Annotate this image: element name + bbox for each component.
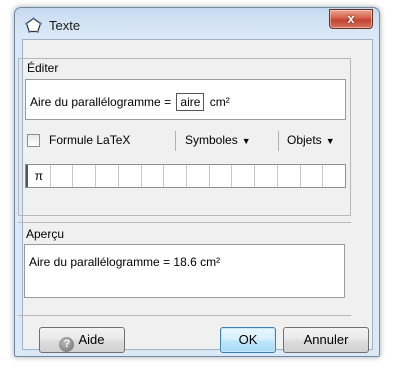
symbol-cell[interactable] — [323, 165, 345, 187]
editor-text-after: cm² — [209, 95, 230, 109]
symbol-cell[interactable] — [255, 165, 278, 187]
chevron-down-icon: ▼ — [325, 136, 335, 146]
preview-panel-label: Aperçu — [26, 227, 65, 241]
preview-divider — [18, 222, 351, 223]
objects-dropdown[interactable]: Objets ▼ — [287, 133, 335, 147]
symbol-cell[interactable] — [164, 165, 188, 187]
edit-panel-label: Éditer — [27, 61, 59, 75]
toolbar-separator — [278, 131, 279, 151]
editor-content: Aire du parallélogramme = aire cm² — [30, 93, 230, 111]
symbol-cell[interactable]: π — [26, 165, 51, 187]
symbol-cell[interactable] — [51, 165, 74, 187]
symbol-cell[interactable] — [187, 165, 210, 187]
help-button-label: Aide — [78, 332, 105, 347]
ok-button[interactable]: OK — [220, 327, 276, 353]
window-title: Texte — [49, 18, 81, 33]
close-button[interactable]: x — [329, 9, 373, 29]
edit-panel: Éditer Aire du parallélogramme = aire cm… — [18, 58, 351, 216]
symbol-cell[interactable] — [301, 165, 324, 187]
toolbar-separator — [175, 131, 176, 151]
close-icon: x — [347, 11, 355, 26]
help-button[interactable]: ? Aide — [39, 327, 125, 353]
symbol-cell[interactable] — [73, 165, 97, 187]
symbol-cell[interactable] — [119, 165, 142, 187]
editor-text-before: Aire du parallélogramme = — [30, 95, 172, 109]
cancel-button[interactable]: Annuler — [283, 327, 369, 353]
objects-dropdown-label: Objets — [287, 133, 322, 147]
symbol-cell[interactable] — [232, 165, 256, 187]
preview-text: Aire du parallélogramme = 18.6 cm² — [29, 255, 221, 269]
title-bar[interactable]: Texte x — [15, 8, 379, 39]
cancel-button-label: Annuler — [303, 332, 349, 347]
symbol-bar: π — [25, 164, 346, 188]
symbols-dropdown-label: Symboles — [185, 133, 238, 147]
symbol-cell[interactable] — [278, 165, 301, 187]
preview-panel: Aperçu Aire du parallélogramme = 18.6 cm… — [18, 222, 351, 316]
text-editor[interactable]: Aire du parallélogramme = aire cm² — [25, 79, 346, 120]
symbols-dropdown[interactable]: Symboles ▼ — [185, 133, 251, 147]
symbol-cell[interactable] — [210, 165, 233, 187]
pentagon-outline-icon — [25, 17, 42, 33]
chevron-down-icon: ▼ — [241, 136, 251, 146]
editor-toolbar: Formule LaTeX Symboles ▼ Objets ▼ — [25, 129, 346, 153]
latex-checkbox-label[interactable]: Formule LaTeX — [49, 133, 130, 147]
preview-box: Aire du parallélogramme = 18.6 cm² — [24, 244, 345, 298]
help-icon: ? — [59, 337, 75, 352]
latex-checkbox[interactable] — [27, 134, 40, 147]
ok-button-label: OK — [238, 332, 258, 347]
object-field-aire[interactable]: aire — [176, 93, 205, 111]
symbol-cell[interactable] — [96, 165, 119, 187]
symbol-cell[interactable] — [142, 165, 165, 187]
